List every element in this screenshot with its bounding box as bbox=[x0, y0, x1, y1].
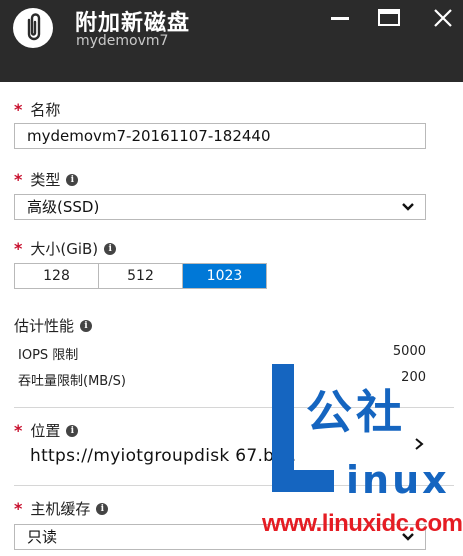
type-select[interactable]: 高级(SSD) bbox=[14, 194, 426, 220]
required-marker: * bbox=[14, 100, 23, 119]
info-icon[interactable]: i bbox=[66, 424, 79, 437]
required-marker: * bbox=[14, 239, 23, 258]
required-marker: * bbox=[14, 499, 23, 518]
info-icon[interactable]: i bbox=[66, 173, 79, 186]
size-label-text: 大小(GiB) bbox=[30, 240, 99, 258]
required-marker: * bbox=[14, 421, 23, 440]
perf-row-name: 吞吐量限制(MB/S) bbox=[18, 374, 126, 389]
performance-label-text: 估计性能 bbox=[14, 317, 75, 335]
chevron-down-icon bbox=[402, 533, 414, 541]
watermark-logo-foot bbox=[272, 470, 334, 492]
close-icon bbox=[434, 9, 452, 27]
chevron-down-icon bbox=[402, 203, 414, 211]
name-label: * 名称 bbox=[14, 99, 60, 120]
cache-label-text: 主机缓存 bbox=[30, 500, 91, 518]
divider bbox=[14, 485, 454, 486]
required-marker: * bbox=[14, 170, 23, 189]
minimize-button[interactable] bbox=[327, 7, 353, 29]
size-option-512[interactable]: 512 bbox=[99, 264, 183, 288]
cache-select-value: 只读 bbox=[27, 528, 58, 546]
blade-subtitle: mydemovm7 bbox=[76, 33, 169, 49]
size-selector: 128 512 1023 bbox=[14, 263, 267, 289]
info-icon[interactable]: i bbox=[104, 242, 117, 255]
minimize-icon bbox=[331, 17, 349, 20]
size-option-128[interactable]: 128 bbox=[15, 264, 99, 288]
attachment-clip-icon bbox=[13, 8, 53, 48]
performance-label: 估计性能 i bbox=[14, 315, 93, 336]
type-label: * 类型 i bbox=[14, 169, 79, 190]
name-label-text: 名称 bbox=[30, 101, 61, 119]
blade-header: 附加新磁盘 mydemovm7 bbox=[0, 0, 463, 82]
watermark-brand-en: inux bbox=[346, 458, 450, 502]
size-label: * 大小(GiB) i bbox=[14, 238, 117, 259]
perf-row-value: 5000 bbox=[392, 344, 426, 359]
size-option-1023[interactable]: 1023 bbox=[183, 264, 266, 288]
cache-label: * 主机缓存 i bbox=[14, 498, 109, 519]
location-value[interactable]: https://myiotgroupdisk 67.bl... bbox=[30, 446, 296, 466]
divider bbox=[14, 407, 454, 408]
chevron-right-icon[interactable] bbox=[412, 437, 426, 451]
maximize-icon bbox=[378, 9, 400, 26]
location-label-text: 位置 bbox=[30, 422, 61, 440]
perf-row-name: IOPS 限制 bbox=[18, 348, 79, 363]
info-icon[interactable]: i bbox=[80, 319, 93, 332]
location-label: * 位置 i bbox=[14, 420, 79, 441]
info-icon[interactable]: i bbox=[96, 502, 109, 515]
maximize-button[interactable] bbox=[376, 7, 402, 29]
perf-row-iops: IOPS 限制 5000 bbox=[18, 344, 426, 363]
perf-row-throughput: 吞吐量限制(MB/S) 200 bbox=[18, 370, 426, 389]
perf-row-value: 200 bbox=[401, 370, 426, 385]
name-input[interactable]: mydemovm7-20161107-182440 bbox=[14, 123, 426, 149]
close-button[interactable] bbox=[430, 7, 456, 29]
type-select-value: 高级(SSD) bbox=[27, 198, 100, 216]
cache-select[interactable]: 只读 bbox=[14, 524, 426, 550]
type-label-text: 类型 bbox=[30, 171, 61, 189]
